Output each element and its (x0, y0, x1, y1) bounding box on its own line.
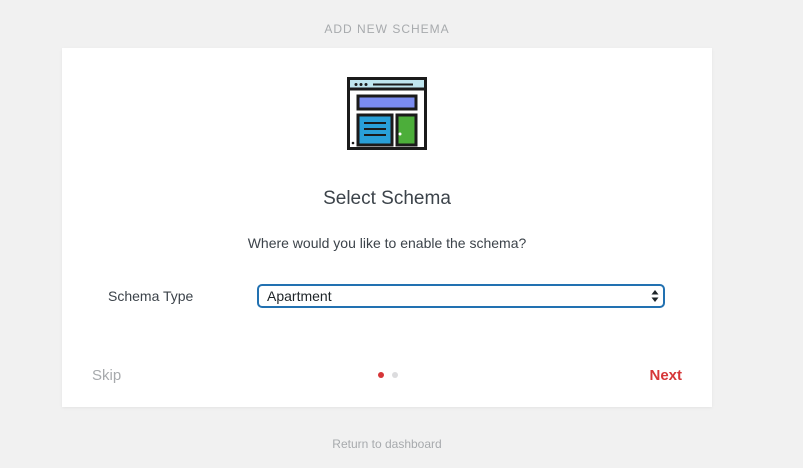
schema-wizard-card: Select Schema Where would you like to en… (62, 48, 712, 407)
step-dot-active (378, 372, 384, 378)
step-dot-inactive (392, 372, 399, 378)
schema-type-selected-value: Apartment (267, 288, 332, 304)
dialog-subtitle: Where would you like to enable the schem… (247, 235, 527, 251)
skip-button[interactable]: Skip (92, 367, 121, 384)
schema-type-label: Schema Type (108, 288, 194, 304)
page-title: ADD NEW SCHEMA (324, 22, 450, 36)
dialog-heading: Select Schema (323, 188, 451, 209)
return-to-dashboard-link[interactable]: Return to dashboard (0, 437, 774, 451)
schema-type-select[interactable]: Apartment (257, 284, 665, 308)
webpage-layout-icon (347, 77, 427, 150)
step-indicator (378, 372, 402, 378)
next-button[interactable]: Next (649, 367, 682, 384)
updown-arrows-icon (651, 290, 659, 302)
